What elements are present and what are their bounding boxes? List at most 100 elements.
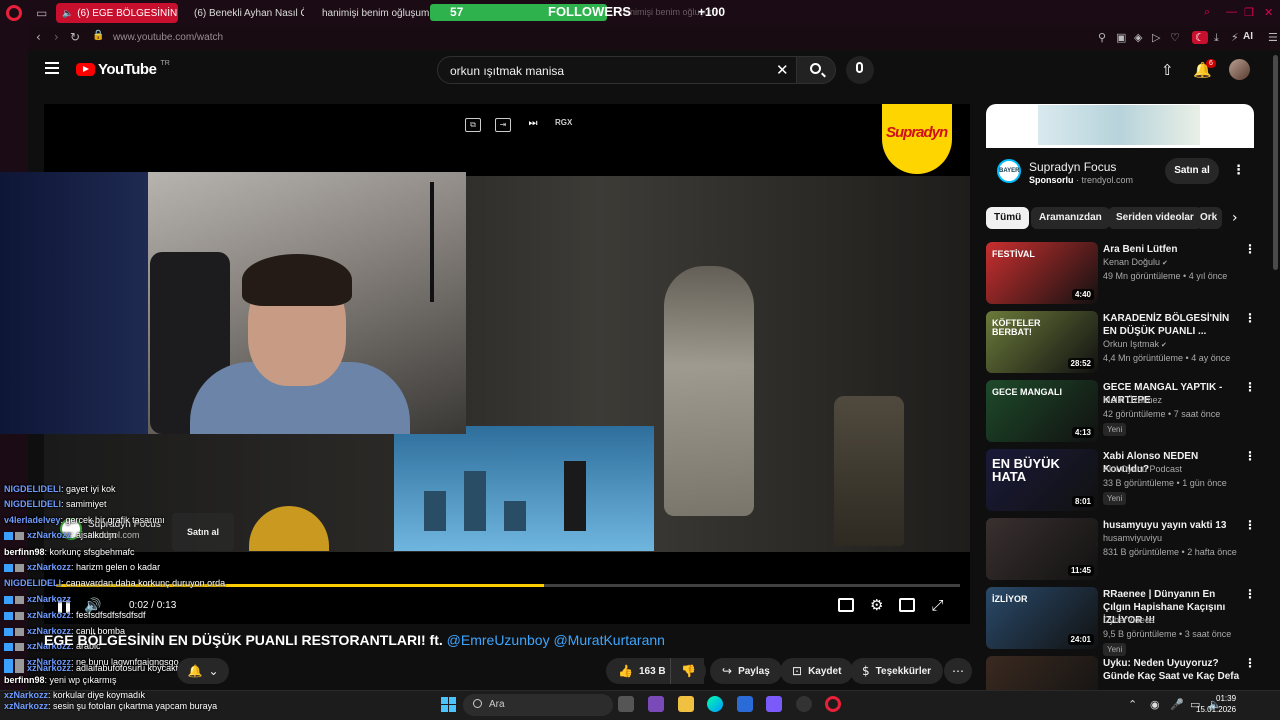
store-icon[interactable] (737, 696, 753, 712)
video-thumbnail[interactable]: 11:45 (986, 518, 1098, 580)
chat-username[interactable]: berfinn98 (4, 547, 45, 557)
search-tabs-icon[interactable]: ⌕ (1204, 6, 1210, 19)
video-thumbnail[interactable]: KÖFTELER BERBAT! 28:52 (986, 311, 1098, 373)
chat-username[interactable]: xzNarkozz (27, 610, 71, 620)
recommendation-item[interactable]: 11:45 husamyuyu yayın vakti 13 ⋮ husamviyuv… (986, 518, 1256, 580)
mic-tray-icon[interactable]: 🎤 (1170, 698, 1184, 711)
video-kebab-icon[interactable]: ⋮ (1244, 380, 1256, 394)
video-thumbnail[interactable]: EN BÜYÜK HATA 8:01 (986, 449, 1098, 511)
windows-start-icon[interactable] (441, 697, 456, 712)
search-box[interactable]: orkun ışıtmak manisa ✕ (437, 56, 798, 84)
chat-username[interactable]: xzNarkozz (27, 594, 71, 604)
chevron-right-icon[interactable]: › (1232, 210, 1238, 226)
tab-ege-bolgesi[interactable]: 🔈 (6) EGE BÖLGESİNİN E (56, 3, 178, 23)
recommendation-item[interactable]: İZLİYOR 24:01 RRaenee | Dünyanın En Çılgın… (986, 587, 1256, 656)
miniplayer-icon[interactable] (899, 598, 916, 612)
video-title[interactable]: KARADENİZ BÖLGESİ'NİN EN DÜŞÜK PUANLI ..… (1103, 312, 1245, 338)
app-icon[interactable] (766, 696, 782, 712)
upload-icon[interactable]: ⇧ (1161, 61, 1174, 79)
task-view-icon[interactable] (618, 696, 634, 712)
opera-taskbar-icon[interactable] (825, 696, 841, 712)
video-kebab-icon[interactable]: ⋮ (1244, 311, 1256, 325)
popout-icon[interactable]: ⧉ (465, 118, 481, 132)
rgx-button[interactable]: RGX (555, 118, 572, 132)
recommendation-item[interactable]: FESTİVAL 4:40 Ara Beni Lütfen ⋮ Kenan Doğulu… (986, 242, 1256, 304)
search-button[interactable] (796, 56, 836, 84)
chat-username[interactable]: xzNarkozz (27, 663, 71, 673)
aria-icon[interactable]: ⚡ (1231, 31, 1239, 44)
back-icon[interactable]: ‹ (36, 30, 41, 44)
video-kebab-icon[interactable]: ⋮ (1244, 587, 1256, 601)
minimize-icon[interactable]: — (1226, 6, 1237, 18)
snapshot-icon[interactable]: ▣ (1116, 31, 1126, 44)
url-text[interactable]: www.youtube.com/watch (113, 32, 223, 43)
video-title[interactable]: husamyuyu yayın vakti 13 (1103, 519, 1245, 532)
chat-username[interactable]: xzNarkozz (4, 701, 48, 711)
chat-username[interactable]: xzNarkozz (27, 530, 71, 540)
subtitles-icon[interactable] (838, 598, 854, 612)
hamburger-menu-icon[interactable] (45, 62, 59, 74)
pin-icon[interactable]: ⚲ (1098, 31, 1106, 44)
recommendation-item[interactable]: KÖFTELER BERBAT! 28:52 KARADENİZ BÖLGESİ'N… (986, 311, 1256, 373)
enter-icon[interactable]: ⇥ (495, 118, 511, 132)
download-icon[interactable]: ⤓ (1214, 31, 1219, 45)
next-icon[interactable]: ⏭ (525, 118, 541, 132)
share-button[interactable]: ↪ Paylaş (710, 658, 782, 684)
dislike-button[interactable]: 👎 (670, 658, 706, 684)
video-mentions[interactable]: @EmreUzunboy @MuratKurtarann (447, 632, 665, 648)
ad-kebab-icon[interactable]: ⋮ (1232, 163, 1245, 178)
chip-from-search[interactable]: Aramanızdan (1031, 207, 1110, 229)
channel-name[interactable]: Kenan Doğulu ✔ (1103, 257, 1168, 267)
flag-icon[interactable]: ☾ (1192, 31, 1208, 44)
recommendation-item[interactable]: EN BÜYÜK HATA 8:01 Xabi Alonso NEDEN Kovul… (986, 449, 1256, 511)
ad-title[interactable]: Supradyn Focus (1029, 160, 1116, 174)
fullscreen-icon[interactable]: ⤢ (931, 598, 943, 613)
channel-name[interactable]: Melih Üzülmez (1103, 395, 1162, 405)
tray-app-icon[interactable]: ◉ (1150, 698, 1160, 711)
clear-search-icon[interactable]: ✕ (776, 61, 789, 79)
menu-icon[interactable]: ☰ (1268, 31, 1278, 44)
chat-username[interactable]: xzNarkozz (27, 562, 71, 572)
chat-username[interactable]: berfinn98 (4, 675, 45, 685)
close-window-icon[interactable]: ✕ (1264, 6, 1273, 19)
shield-icon[interactable]: ◈ (1134, 31, 1142, 44)
system-clock[interactable]: 01:39 15.01.2026 (1196, 693, 1236, 715)
chat-username[interactable]: NIGDELIDELI (4, 484, 61, 494)
video-thumbnail[interactable]: İZLİYOR 24:01 (986, 587, 1098, 649)
more-actions-button[interactable]: ⋯ (944, 658, 972, 684)
save-button[interactable]: ⊡ Kaydet (780, 658, 854, 684)
forward-icon[interactable]: › (54, 30, 59, 44)
tray-chevron-icon[interactable]: ⌃ (1128, 698, 1137, 711)
chat-username[interactable]: xzNarkozz (4, 690, 48, 700)
video-thumbnail[interactable]: FESTİVAL 4:40 (986, 242, 1098, 304)
edge-icon[interactable] (707, 696, 723, 712)
tab-benekli-ayhan[interactable]: (6) Benekli Ayhan Nasıl Öl (184, 3, 304, 23)
channel-name[interactable]: CyberVideos (1103, 615, 1154, 625)
tab-hanimisi[interactable]: hanimişi benim oğluşum (312, 3, 432, 23)
ai-button[interactable]: AI (1243, 31, 1253, 42)
opera-logo-icon[interactable] (6, 5, 22, 21)
reload-icon[interactable]: ↻ (70, 30, 80, 44)
restore-icon[interactable]: ❐ (1244, 6, 1254, 19)
recommendation-item[interactable]: GECE MANGALI 4:13 GECE MANGAL YAPTIK - KAR… (986, 380, 1256, 442)
video-thumbnail[interactable]: GECE MANGALI 4:13 (986, 380, 1098, 442)
channel-name[interactable]: Akıl Oyunu Podcast (1103, 464, 1182, 474)
video-title[interactable]: Ara Beni Lütfen (1103, 243, 1245, 256)
taskbar-search[interactable]: Ara (463, 694, 613, 716)
steam-icon[interactable] (796, 696, 812, 712)
video-kebab-icon[interactable]: ⋮ (1244, 518, 1256, 532)
channel-name[interactable]: husamviyuviyu (1103, 533, 1162, 543)
heart-icon[interactable]: ♡ (1170, 31, 1180, 44)
video-kebab-icon[interactable]: ⋮ (1244, 656, 1256, 670)
play-icon[interactable]: ▷ (1152, 31, 1160, 44)
channel-name[interactable]: Orkun Işıtmak ✔ (1103, 339, 1167, 349)
search-input[interactable]: orkun ışıtmak manisa (450, 64, 564, 78)
chip-series[interactable]: Seriden videolar (1108, 207, 1202, 229)
chat-username[interactable]: v4lerladelvey (4, 515, 61, 525)
settings-gear-icon[interactable]: ⚙ (870, 598, 883, 613)
chat-username[interactable]: NIGDELIDELI (4, 499, 61, 509)
chip-all[interactable]: Tümü (986, 207, 1030, 229)
file-explorer-icon[interactable] (678, 696, 694, 712)
voice-search-button[interactable] (846, 56, 874, 84)
tab-list-icon[interactable]: ▭ (36, 6, 47, 20)
